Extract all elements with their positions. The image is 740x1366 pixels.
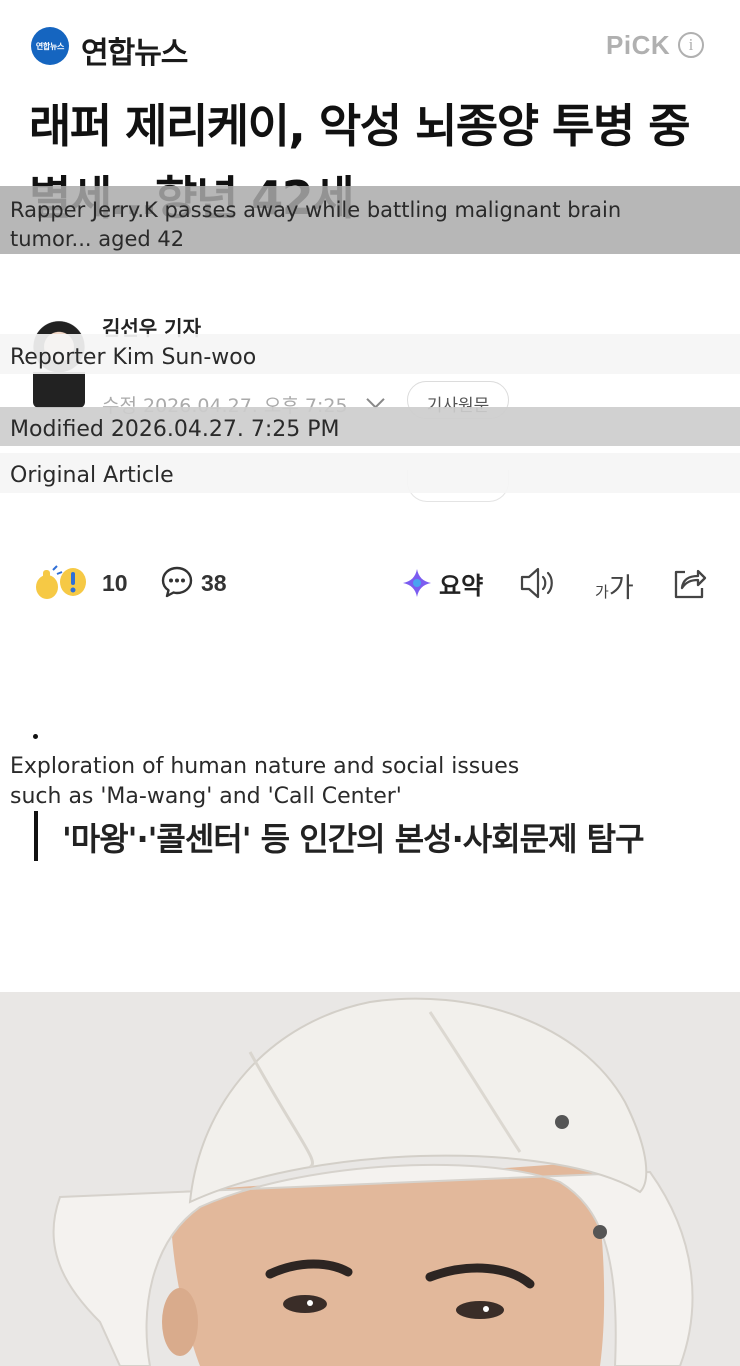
speaker-icon[interactable] — [519, 566, 557, 600]
reaction-count: 10 — [102, 570, 128, 596]
article-subtitle: '마왕'·'콜센터' 등 인간의 본성·사회문제 탐구 — [62, 820, 645, 858]
chevron-down-icon[interactable] — [366, 390, 385, 409]
portrait-illustration — [0, 992, 740, 1366]
font-size-small-label: 가 — [595, 583, 609, 601]
reporter-translation: Reporter Kim Sun-woo — [0, 334, 740, 374]
share-icon[interactable] — [671, 566, 707, 600]
info-icon[interactable]: i — [678, 32, 704, 58]
brand-name[interactable]: 연합뉴스 — [81, 28, 188, 72]
subtitle-translation-line2: such as 'Ma-wang' and 'Call Center' — [10, 784, 402, 809]
quote-bar — [34, 811, 38, 861]
original-article-translation: Original Article — [0, 453, 740, 493]
comment-icon[interactable] — [160, 565, 194, 599]
headline-translation: Rapper Jerry.K passes away while battlin… — [0, 186, 740, 254]
comment-count: 38 — [201, 570, 227, 596]
article-photo[interactable] — [0, 992, 740, 1366]
pick-label[interactable]: PiCK — [606, 30, 670, 61]
bullet-dot — [33, 734, 38, 739]
subtitle-translation: Exploration of human nature and social i… — [0, 752, 740, 810]
subtitle-translation-line1: Exploration of human nature and social i… — [10, 754, 520, 779]
summary-button[interactable]: 요약 — [439, 566, 483, 601]
brand-logo[interactable]: 연합뉴스 — [31, 27, 69, 65]
summary-sparkle-icon[interactable] — [402, 568, 432, 598]
font-size-large-label: 가 — [608, 573, 634, 604]
modified-translation: Modified 2026.04.27. 7:25 PM — [0, 407, 740, 446]
reaction-icon[interactable] — [33, 564, 93, 600]
font-size-button[interactable]: 가가 — [595, 566, 634, 605]
